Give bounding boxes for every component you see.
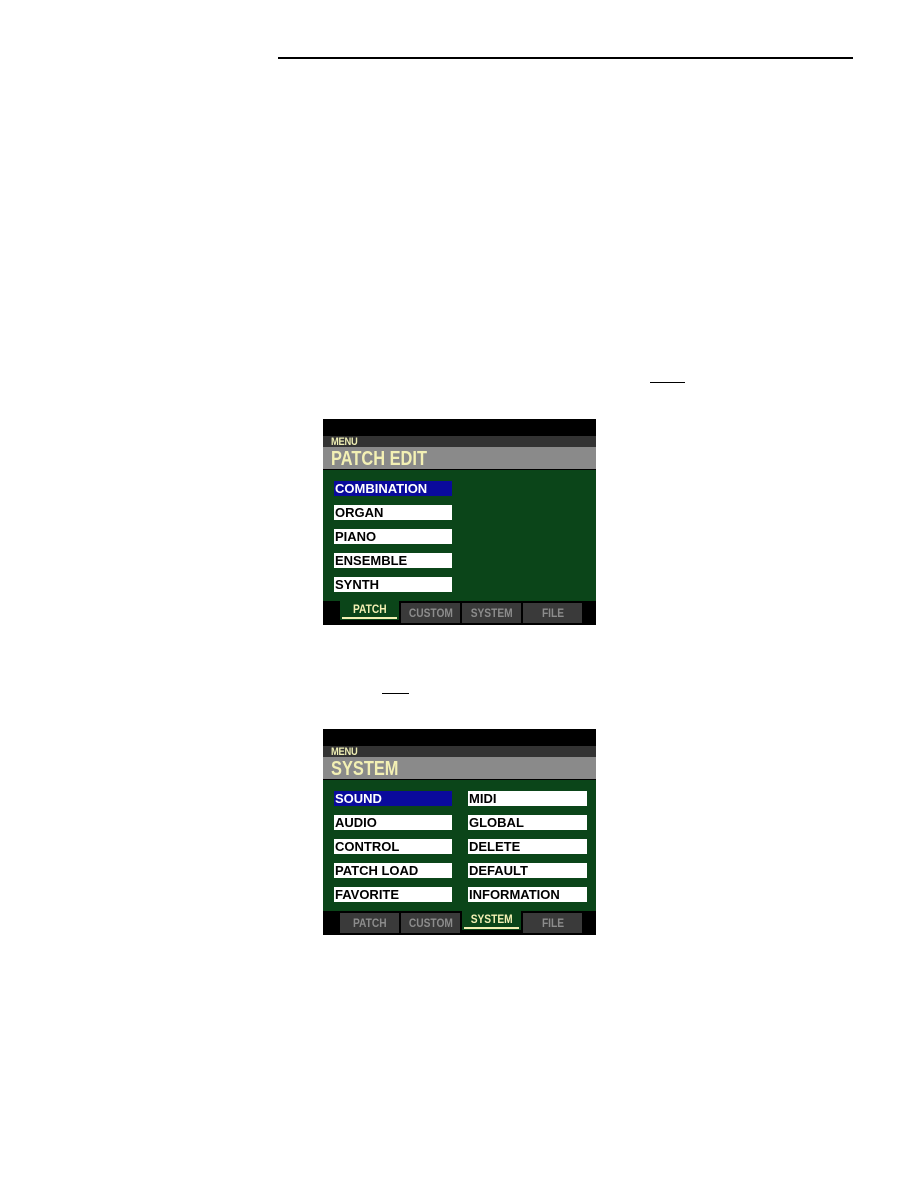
tab-bar: PATCH CUSTOM SYSTEM FILE <box>323 911 596 935</box>
menu-bar <box>323 746 596 757</box>
text-underline-1 <box>650 382 685 383</box>
menu-item-global[interactable]: GLOBAL <box>468 815 587 830</box>
menu-item-combination[interactable]: COMBINATION <box>334 481 452 496</box>
screen-title: PATCH EDIT <box>331 448 427 470</box>
system-screen: MENU SYSTEM SOUND AUDIO CONTROL PATCH LO… <box>323 729 596 935</box>
tab-file[interactable]: FILE <box>523 603 582 623</box>
tab-file[interactable]: FILE <box>523 913 582 933</box>
menu-item-organ[interactable]: ORGAN <box>334 505 452 520</box>
menu-item-piano[interactable]: PIANO <box>334 529 452 544</box>
tab-system[interactable]: SYSTEM <box>462 603 521 623</box>
tab-custom[interactable]: CUSTOM <box>401 913 460 933</box>
tab-system[interactable]: SYSTEM <box>462 911 521 930</box>
tab-bar: PATCH CUSTOM SYSTEM FILE <box>323 601 596 625</box>
menu-item-sound[interactable]: SOUND <box>334 791 452 806</box>
tab-patch[interactable]: PATCH <box>340 601 399 620</box>
menu-item-favorite[interactable]: FAVORITE <box>334 887 452 902</box>
tab-patch[interactable]: PATCH <box>340 913 399 933</box>
tab-custom[interactable]: CUSTOM <box>401 603 460 623</box>
menu-bar <box>323 436 596 447</box>
menu-body: SOUND AUDIO CONTROL PATCH LOAD FAVORITE … <box>323 780 596 911</box>
menu-item-synth[interactable]: SYNTH <box>334 577 452 592</box>
text-underline-2 <box>382 693 409 694</box>
header-rule <box>278 57 853 59</box>
patch-edit-screen: MENU PATCH EDIT COMBINATION ORGAN PIANO … <box>323 419 596 625</box>
screen-title: SYSTEM <box>331 758 399 780</box>
menu-item-control[interactable]: CONTROL <box>334 839 452 854</box>
menu-item-midi[interactable]: MIDI <box>468 791 587 806</box>
menu-body: COMBINATION ORGAN PIANO ENSEMBLE SYNTH <box>323 470 596 601</box>
menu-item-information[interactable]: INFORMATION <box>468 887 587 902</box>
menu-item-delete[interactable]: DELETE <box>468 839 587 854</box>
menu-item-audio[interactable]: AUDIO <box>334 815 452 830</box>
menu-item-ensemble[interactable]: ENSEMBLE <box>334 553 452 568</box>
menu-item-default[interactable]: DEFAULT <box>468 863 587 878</box>
menu-item-patch-load[interactable]: PATCH LOAD <box>334 863 452 878</box>
